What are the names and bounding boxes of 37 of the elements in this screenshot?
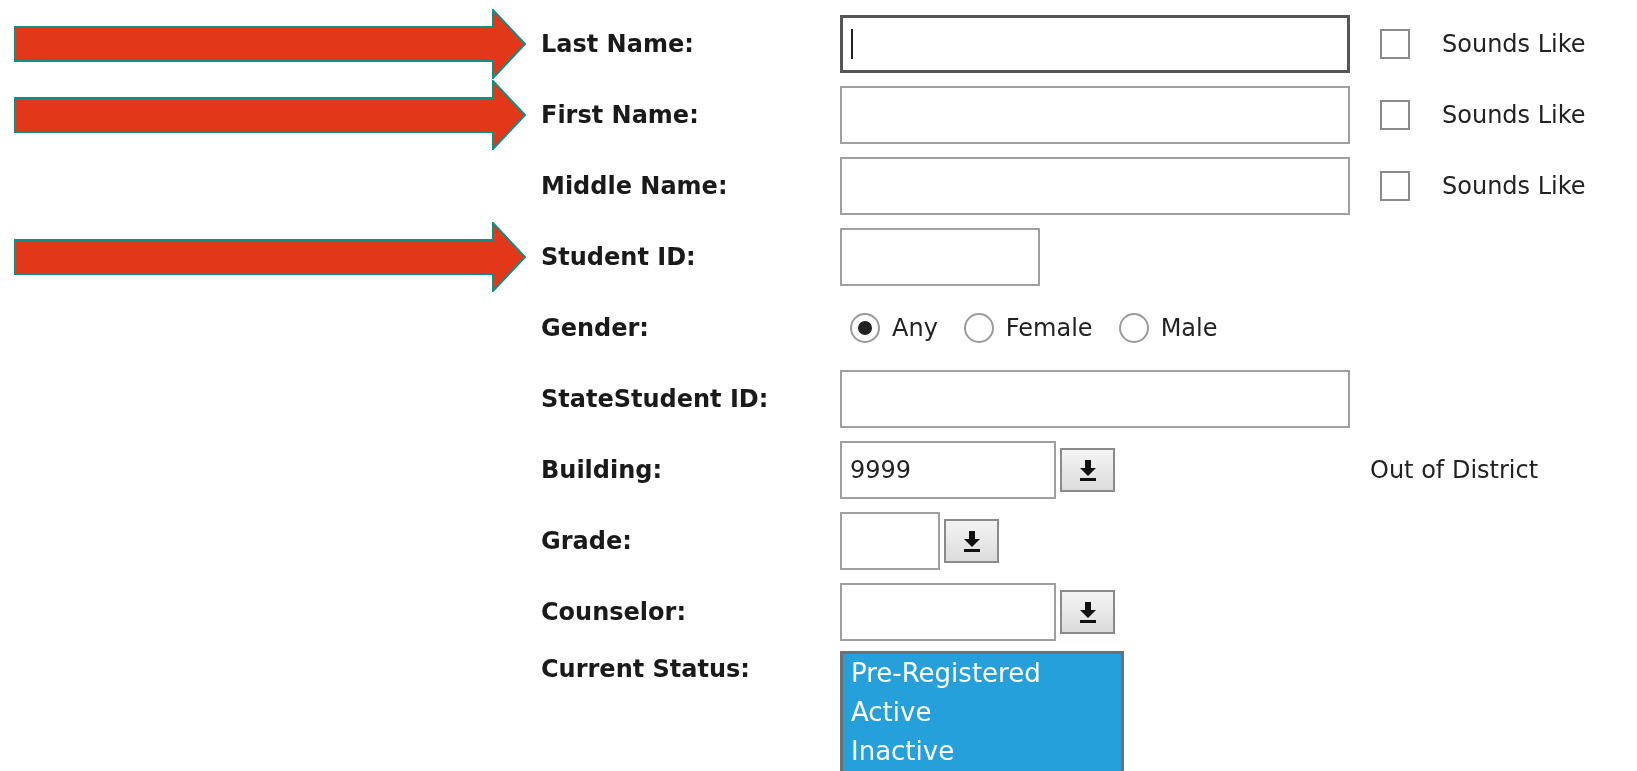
text-field[interactable] [840,227,1040,286]
text-field[interactable] [840,85,1350,144]
download-arrow-icon [1078,458,1097,481]
text-field[interactable] [840,369,1350,428]
download-arrow-icon [1078,600,1097,623]
field-label: First Name: [541,100,700,129]
checkbox-label: Sounds Like [1442,29,1586,58]
field-label: Last Name: [541,29,695,58]
radio-option[interactable]: Female [963,312,1093,343]
text-field[interactable] [840,156,1350,215]
field-label: Counselor: [541,597,687,626]
radio-option[interactable]: Male [1118,312,1218,343]
field-label: StateStudent ID: [541,384,770,413]
field-label: Current Status: [541,655,751,683]
checkbox[interactable] [1380,170,1410,201]
checkbox-label: Sounds Like [1442,100,1586,129]
radio-button[interactable] [1118,312,1149,343]
dropdown-button[interactable] [1060,447,1115,492]
field-label: Middle Name: [541,171,729,200]
dropdown-field[interactable] [840,511,940,570]
building-name: Out of District [1370,455,1539,484]
field-label: Student ID: [541,242,697,271]
dropdown-button[interactable] [1060,589,1115,634]
radio-button[interactable] [850,312,880,343]
text-field[interactable] [840,14,1350,73]
dropdown-field[interactable]: 9999 [840,440,1056,499]
checkbox[interactable] [1380,99,1410,130]
dropdown-field[interactable] [840,582,1056,641]
download-arrow-icon [962,529,981,552]
radio-button[interactable] [963,312,994,343]
field-label: Grade: [541,526,633,555]
radio-option[interactable]: Any [850,312,938,343]
checkbox[interactable] [1380,28,1410,59]
field-label: Building: [541,455,664,484]
field-label: Gender: [541,313,650,342]
checkbox-label: Sounds Like [1442,171,1586,200]
dropdown-button[interactable] [944,518,999,563]
